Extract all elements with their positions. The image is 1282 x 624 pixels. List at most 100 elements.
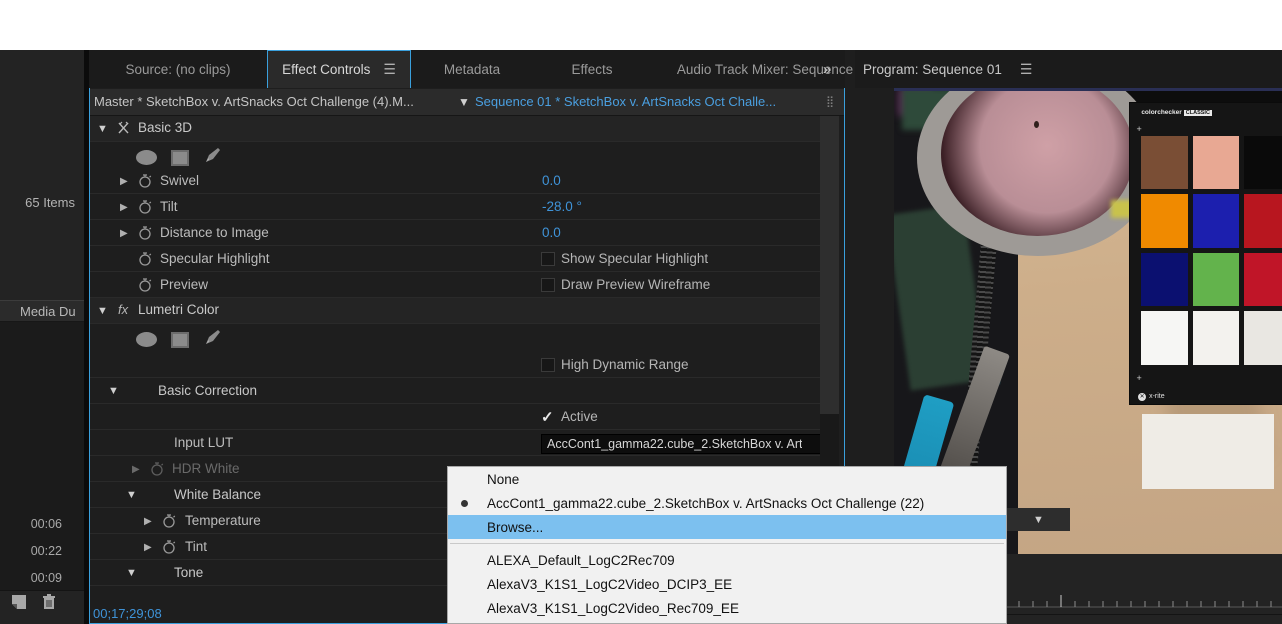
ellipse-mask-icon[interactable] — [136, 332, 157, 347]
panel-menu-icon[interactable]: ☰ — [1020, 61, 1033, 78]
stopwatch-icon[interactable] — [138, 251, 152, 267]
stopwatch-icon[interactable] — [138, 173, 152, 189]
group-row-basic-correction[interactable]: ▼ Basic Correction — [90, 378, 820, 404]
property-row-specular-highlight[interactable]: Specular Highlight Show Specular Highlig… — [90, 246, 820, 272]
property-row-high-dynamic-range[interactable]: High Dynamic Range — [90, 352, 820, 378]
menu-item-acccont1[interactable]: AccCont1_gamma22.cube_2.SketchBox v. Art… — [448, 491, 1006, 515]
tab-program-monitor[interactable]: Program: Sequence 01 ☰ — [863, 50, 1032, 88]
disclosure-triangle-icon[interactable]: ▶ — [120, 176, 128, 187]
tab-metadata[interactable]: Metadata — [411, 50, 533, 88]
rectangle-mask-icon[interactable] — [171, 331, 189, 348]
list-item[interactable]: 00:09 — [31, 571, 62, 585]
pen-mask-icon[interactable] — [203, 146, 223, 169]
master-clip-label[interactable]: Master * SketchBox v. ArtSnacks Oct Chal… — [94, 94, 414, 109]
effect-name-label: Lumetri Color — [138, 302, 220, 317]
property-label: Swivel — [160, 173, 200, 188]
colorchecker-swatch — [1141, 252, 1188, 307]
property-row-input-lut[interactable]: Input LUT AccCont1_gamma22.cube_2.Sketch… — [90, 430, 820, 456]
disclosure-triangle-icon[interactable]: ▶ — [132, 464, 140, 475]
tab-effect-controls[interactable]: Effect Controls ☰ — [267, 50, 411, 88]
effect-controls-scrollbar-thumb[interactable] — [820, 116, 839, 414]
stopwatch-icon[interactable] — [138, 277, 152, 293]
disclosure-triangle-icon[interactable]: ▼ — [108, 385, 119, 397]
disclosure-triangle-icon[interactable]: ▶ — [120, 202, 128, 213]
stopwatch-icon[interactable] — [162, 539, 176, 555]
group-label: Basic Correction — [158, 383, 258, 398]
checkbox-high-dynamic-range[interactable] — [541, 358, 555, 372]
program-monitor-tabbar: Program: Sequence 01 ☰ — [855, 50, 1282, 88]
mask-tools-row-lumetri — [90, 324, 820, 350]
colorchecker-chart: colorchecker CLASSIC + + ✕ x-rite — [1129, 101, 1282, 405]
colorchecker-swatch — [1192, 136, 1240, 190]
menu-item-none[interactable]: None — [448, 467, 1006, 491]
effect-header-basic-3d[interactable]: ▼ Basic 3D — [90, 116, 820, 142]
chevron-down-icon[interactable]: ▼ — [458, 95, 470, 109]
property-row-tilt[interactable]: ▶ Tilt -28.0 ° — [90, 194, 820, 220]
trash-icon[interactable] — [40, 593, 58, 616]
project-panel-toolbar — [0, 590, 84, 624]
checkbox-show-specular-highlight[interactable] — [541, 252, 555, 266]
media-duration-column-header[interactable]: Media Du — [0, 300, 84, 322]
menu-item-alexav3-dcip3[interactable]: AlexaV3_K1S1_LogC2Video_DCIP3_EE — [448, 572, 1006, 596]
effect-header-lumetri-color[interactable]: ▼ fx Lumetri Color — [90, 298, 820, 324]
disclosure-triangle-icon[interactable]: ▶ — [120, 228, 128, 239]
drag-grip-icon[interactable]: ⣿ — [826, 95, 835, 108]
sequence-clip-label[interactable]: Sequence 01 * SketchBox v. ArtSnacks Oct… — [475, 94, 776, 109]
disclosure-triangle-icon[interactable]: ▼ — [126, 489, 137, 501]
checkbox-active[interactable]: ✓ — [541, 408, 554, 426]
ellipse-mask-icon[interactable] — [136, 150, 157, 165]
pen-mask-icon[interactable] — [203, 328, 223, 351]
disclosure-triangle-icon[interactable]: ▼ — [126, 567, 137, 579]
stopwatch-icon[interactable] — [138, 199, 152, 215]
desktop-background-strip — [0, 0, 1282, 50]
effect-controls-timecode[interactable]: 00;17;29;08 — [93, 606, 162, 621]
disclosure-triangle-icon[interactable]: ▼ — [97, 123, 108, 135]
property-value[interactable]: 0.0 — [542, 225, 561, 240]
menu-item-browse[interactable]: Browse... — [448, 515, 1006, 539]
input-lut-dropdown-menu[interactable]: None AccCont1_gamma22.cube_2.SketchBox v… — [447, 466, 1007, 624]
panel-menu-icon[interactable]: ☰ — [383, 61, 396, 78]
stopwatch-icon[interactable] — [138, 225, 152, 241]
scene-pot-interior — [941, 88, 1134, 237]
property-row-swivel[interactable]: ▶ Swivel 0.0 — [90, 168, 820, 194]
property-label: Temperature — [185, 513, 261, 528]
program-monitor-zoom-select[interactable]: ▼ — [1007, 508, 1070, 531]
list-item[interactable]: 00:22 — [31, 544, 62, 558]
checkbox-draw-preview-wireframe[interactable] — [541, 278, 555, 292]
effect-controls-tabbar: Source: (no clips) Effect Controls ☰ Met… — [89, 50, 853, 88]
menu-item-label: None — [487, 471, 520, 487]
menu-item-label: AccCont1_gamma22.cube_2.SketchBox v. Art… — [487, 495, 925, 511]
colorchecker-swatch — [1141, 311, 1188, 365]
tab-effects[interactable]: Effects — [533, 50, 651, 88]
property-row-distance-to-image[interactable]: ▶ Distance to Image 0.0 — [90, 220, 820, 246]
tab-metadata-label: Metadata — [443, 61, 501, 77]
disclosure-triangle-icon[interactable]: ▼ — [97, 305, 108, 317]
tab-overflow-chevron-icon[interactable]: » — [809, 50, 845, 88]
property-value[interactable]: 0.0 — [542, 173, 561, 188]
colorchecker-plus-mark-bottom: + — [1136, 372, 1142, 383]
property-row-active[interactable]: ✓ Active — [90, 404, 820, 430]
colorchecker-swatch — [1244, 136, 1282, 190]
tab-source[interactable]: Source: (no clips) — [89, 50, 267, 88]
stopwatch-icon[interactable] — [162, 513, 176, 529]
menu-item-label: AlexaV3_K1S1_LogC2Video_Rec709_EE — [487, 600, 739, 616]
stopwatch-icon[interactable] — [150, 461, 164, 477]
property-label: Preview — [160, 277, 209, 292]
menu-item-label: ALEXA_Default_LogC2Rec709 — [487, 552, 675, 568]
disclosure-triangle-icon[interactable]: ▶ — [144, 542, 152, 553]
menu-separator — [450, 543, 1004, 544]
input-lut-dropdown[interactable]: AccCont1_gamma22.cube_2.SketchBox v. Art… — [541, 434, 820, 454]
xrite-label: x-rite — [1149, 393, 1165, 401]
project-item-count: 65 Items — [25, 195, 75, 210]
project-item-list[interactable]: 00:06 00:22 00:09 00:00 — [0, 322, 84, 624]
property-row-preview[interactable]: Preview Draw Preview Wireframe — [90, 272, 820, 298]
menu-item-alexa-default[interactable]: ALEXA_Default_LogC2Rec709 — [448, 548, 1006, 572]
disclosure-triangle-icon[interactable]: ▶ — [144, 516, 152, 527]
property-value[interactable]: -28.0 ° — [542, 199, 582, 214]
checkbox-label: High Dynamic Range — [561, 357, 689, 372]
menu-item-alexav3-rec709[interactable]: AlexaV3_K1S1_LogC2Video_Rec709_EE — [448, 596, 1006, 620]
scene-pot-speck — [1033, 121, 1039, 129]
list-item[interactable]: 00:06 — [31, 517, 62, 531]
new-item-icon[interactable] — [10, 593, 28, 616]
rectangle-mask-icon[interactable] — [171, 149, 189, 166]
